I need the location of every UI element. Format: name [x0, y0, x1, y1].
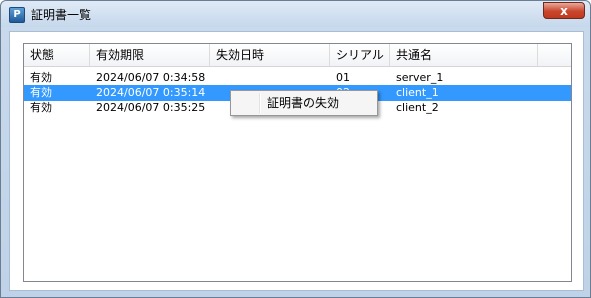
- cell-expiry: 2024/06/07 0:35:14: [96, 86, 206, 99]
- cell-common-name: client_1: [396, 86, 439, 99]
- cell-common-name: client_2: [396, 101, 439, 114]
- column-header-common-name[interactable]: 共通名: [390, 44, 538, 66]
- table-row[interactable]: 有効 2024/06/07 0:34:58 01 server_1: [24, 70, 571, 86]
- title-bar[interactable]: P 証明書一覧 x: [1, 1, 590, 27]
- column-header-status[interactable]: 状態: [24, 44, 90, 66]
- cell-status: 有効: [30, 71, 52, 84]
- column-header-expiry[interactable]: 有効期限: [90, 44, 210, 66]
- list-header: 状態 有効期限 失効日時 シリアル 共通名: [24, 44, 571, 67]
- window-title: 証明書一覧: [31, 8, 92, 22]
- menu-item-revoke-certificate[interactable]: 証明書の失効: [233, 93, 375, 113]
- cell-expiry: 2024/06/07 0:34:58: [96, 71, 206, 84]
- cell-status: 有効: [30, 101, 52, 114]
- column-header-serial[interactable]: シリアル: [330, 44, 390, 66]
- cell-common-name: server_1: [396, 71, 444, 84]
- certificate-list-window: P 証明書一覧 x 状態 有効期限 失効日時 シリアル 共通名 有効 2024/…: [0, 0, 591, 298]
- column-header-revoked-date[interactable]: 失効日時: [210, 44, 330, 66]
- cell-serial: 01: [336, 71, 350, 84]
- close-button[interactable]: x: [543, 2, 585, 19]
- cell-expiry: 2024/06/07 0:35:25: [96, 101, 206, 114]
- cell-status: 有効: [30, 86, 52, 99]
- app-certificate-icon: P: [9, 7, 25, 23]
- certificate-list[interactable]: 状態 有効期限 失効日時 シリアル 共通名 有効 2024/06/07 0:34…: [23, 43, 572, 282]
- cell-revoked-date: [210, 70, 330, 86]
- column-header-filler: [538, 44, 571, 66]
- client-area: 状態 有効期限 失効日時 シリアル 共通名 有効 2024/06/07 0:34…: [9, 31, 584, 291]
- context-menu: 証明書の失効: [230, 90, 378, 116]
